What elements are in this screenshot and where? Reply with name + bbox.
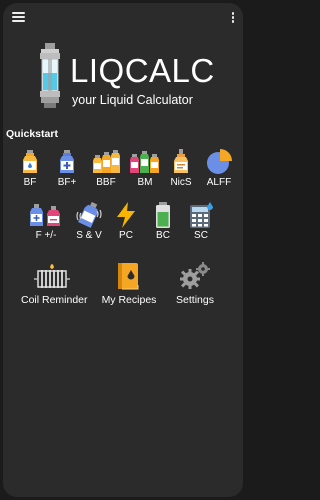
quickstart-label: BC	[156, 230, 170, 241]
app-title: LIQCALC	[70, 52, 215, 89]
coil-reminder-button[interactable]: Coil Reminder	[21, 261, 88, 306]
quickstart-title: Quickstart	[6, 128, 58, 140]
app-screen: LIQCALC your Liquid Calculator Quickstar…	[3, 3, 243, 497]
flavor-adjust-icon	[30, 204, 60, 226]
top-bar	[3, 3, 243, 33]
quickstart-bc[interactable]: BC	[143, 202, 183, 241]
coil-reminder-label: Coil Reminder	[21, 294, 88, 306]
quickstart-pc[interactable]: PC	[106, 202, 146, 241]
app-subtitle: your Liquid Calculator	[72, 93, 193, 107]
quickstart-bm[interactable]: BM	[125, 149, 165, 188]
quickstart-alff[interactable]: ALFF	[199, 149, 239, 188]
lightning-icon	[117, 202, 135, 228]
gears-icon	[180, 262, 210, 289]
quickstart-label: S & V	[76, 230, 102, 241]
quickstart-label: F +/-	[35, 230, 57, 241]
shake-vape-icon	[76, 202, 102, 228]
bottle-plus-icon	[60, 150, 74, 173]
hamburger-menu-icon[interactable]	[12, 12, 25, 22]
quickstart-bbf[interactable]: BBF	[86, 149, 126, 188]
recipe-book-icon	[118, 263, 139, 290]
more-vertical-icon[interactable]	[230, 12, 236, 24]
quickstart-label: ALFF	[206, 177, 232, 188]
bottle-mix-icon	[130, 151, 159, 173]
quickstart-shake-vape[interactable]: S & V	[69, 202, 109, 241]
battery-icon	[156, 202, 170, 228]
pie-chart-icon	[207, 149, 232, 174]
quickstart-sc[interactable]: SC	[181, 202, 221, 241]
quickstart-label: BF+	[57, 177, 77, 188]
quickstart-bf[interactable]: BF	[10, 149, 50, 188]
settings-button[interactable]: Settings	[167, 261, 223, 306]
bottle-icon	[23, 150, 37, 173]
coil-icon	[34, 264, 70, 288]
quickstart-nics[interactable]: NicS	[161, 149, 201, 188]
quickstart-label: NicS	[170, 177, 192, 188]
quickstart-label: BF	[23, 177, 37, 188]
my-recipes-label: My Recipes	[101, 294, 157, 306]
quickstart-label: PC	[119, 230, 133, 241]
quickstart-label: BBF	[96, 177, 116, 188]
tank-logo-icon	[40, 43, 60, 108]
quickstart-flavor-adjust[interactable]: F +/-	[26, 202, 66, 241]
my-recipes-button[interactable]: My Recipes	[97, 261, 161, 306]
bottles-icon	[93, 150, 120, 173]
quickstart-bf-plus[interactable]: BF+	[47, 149, 87, 188]
quickstart-label: BM	[137, 177, 153, 188]
hero-header: LIQCALC your Liquid Calculator	[3, 33, 243, 123]
settings-label: Settings	[176, 294, 214, 306]
nicotine-shot-icon	[174, 149, 188, 173]
calculator-icon	[190, 202, 213, 228]
quickstart-label: SC	[194, 230, 208, 241]
